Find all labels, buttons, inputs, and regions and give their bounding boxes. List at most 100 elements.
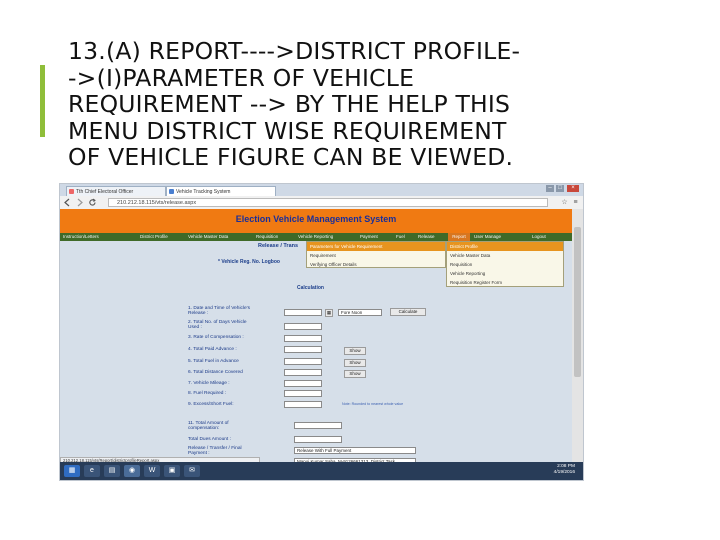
submenu-item-parameters[interactable]: Parameters for Vehicle Requirement (307, 242, 445, 251)
favicon-icon (69, 189, 74, 194)
menu-item-requisition[interactable]: Requisition (256, 233, 278, 241)
show-button[interactable]: Show (344, 347, 366, 355)
submenu-item-vehicle-reporting[interactable]: Vehicle Reporting (450, 269, 485, 278)
submenu-item-label: Requisition (450, 262, 473, 267)
calculation-heading: Calculation (297, 285, 324, 291)
menu-item-release[interactable]: Release (418, 233, 435, 241)
taskbar: ▦ e ▤ ◉ W ▣ ✉ 2:08 PM 4/19/2016 (60, 462, 583, 480)
field-label: Release / Transfer / Final Payment : (188, 446, 242, 456)
tab-label: Vehicle Tracking System (176, 189, 231, 195)
menu-item-logout[interactable]: Logout (532, 233, 546, 241)
note-link[interactable]: Note: Rounded to nearest whole value (342, 402, 403, 406)
app-title: Election Vehicle Management System (235, 214, 397, 224)
accent-bar (40, 65, 45, 137)
back-arrow-icon[interactable] (63, 198, 72, 207)
title-line: REQUIREMENT --> BY THE HELP THIS (68, 90, 511, 118)
field-label: 8. Fuel Required : (188, 391, 227, 396)
system-clock[interactable]: 2:08 PM 4/19/2016 (554, 464, 575, 476)
browser-screenshot: Tth Chief Electoral Officer Vehicle Trac… (60, 184, 583, 480)
menu-item-vehicle-reporting[interactable]: Vehicle Reporting (298, 233, 333, 241)
field-label: Total Dues Amount : (188, 437, 231, 442)
mail-icon[interactable]: ✉ (184, 465, 200, 477)
excess-fuel-input[interactable] (284, 401, 322, 408)
release-date-input[interactable] (284, 309, 322, 316)
menu-item-district-profile[interactable]: District Profile (140, 233, 168, 241)
calculate-button[interactable]: Calculate (390, 308, 426, 316)
time-select[interactable]: Fore Noon (338, 309, 382, 316)
field-label: 2. Total No. of Days Vehicle Used : (188, 320, 247, 330)
page-heading: Release / Trans (258, 243, 299, 249)
field-label-line: Release : (188, 311, 209, 316)
menu-item-fuel[interactable]: Fuel (396, 233, 405, 241)
menu-item-label: Requisition (256, 234, 279, 239)
submenu-item-label: Requirement (310, 253, 336, 258)
chrome-icon[interactable]: ◉ (124, 465, 140, 477)
menu-icon[interactable]: ≡ (571, 198, 580, 207)
url-text: 210.212.18.115/vts/release.aspx (117, 200, 197, 206)
menu-item-label: Vehicle Master Data (188, 234, 229, 239)
title-line: MENU DISTRICT WISE REQUIREMENT (68, 116, 507, 145)
tab-label: Tth Chief Electoral Officer (76, 189, 134, 195)
menu-item-instruction-letters[interactable]: Instruction/Letters (63, 233, 99, 241)
submenu-item-district-profile[interactable]: District Profile (447, 242, 563, 251)
submenu-item-requisition[interactable]: Requisition (450, 260, 472, 269)
submenu-item-label: Vehicle Reporting (450, 271, 486, 276)
submenu-item-verifying-officer[interactable]: Verifying Officer Details (310, 260, 357, 269)
address-bar[interactable]: 210.212.18.115/vts/release.aspx (108, 198, 548, 207)
field-label: 11. Total Amount of compensation: (188, 421, 229, 431)
maximize-icon[interactable]: □ (556, 185, 564, 192)
submenu-item-label: Vehicle Master Data (450, 253, 491, 258)
mileage-input[interactable] (284, 380, 322, 387)
time-select-value: Fore Noon (341, 310, 363, 315)
menu-item-label: Logout (532, 234, 546, 239)
compensation-input[interactable] (294, 422, 342, 429)
field-label: 7. Vehicle Mileage : (188, 381, 230, 386)
page-scrollbar[interactable] (572, 209, 583, 462)
submenu-item-label: Requisition Register Form (450, 280, 503, 285)
report-submenu: District Profile Vehicle Master Data Req… (446, 241, 564, 287)
dues-amount-input[interactable] (294, 436, 342, 443)
menu-item-label: District Profile (140, 234, 168, 239)
favicon-icon (169, 189, 174, 194)
days-used-input[interactable] (284, 323, 322, 330)
menu-item-report[interactable]: Report (448, 233, 470, 241)
menu-item-label: Report (452, 234, 466, 239)
star-icon[interactable]: ☆ (560, 198, 569, 207)
forward-arrow-icon[interactable] (75, 198, 84, 207)
payment-type-value: Release With Full Payment (297, 448, 352, 453)
word-icon[interactable]: W (144, 465, 160, 477)
field-label-line: Payment : (188, 451, 210, 456)
paid-advance-input[interactable] (284, 346, 322, 353)
submenu-item-requisition-register[interactable]: Requisition Register Form (450, 278, 502, 287)
menu-item-payment[interactable]: Payment (360, 233, 378, 241)
payment-type-select[interactable]: Release With Full Payment (294, 447, 416, 454)
menu-item-label: User Manage (474, 234, 502, 239)
start-button[interactable]: ▦ (64, 465, 80, 477)
menu-item-vehicle-master-data[interactable]: Vehicle Master Data (188, 233, 228, 241)
fuel-required-input[interactable] (284, 390, 322, 397)
submenu-item-vehicle-master-data[interactable]: Vehicle Master Data (450, 251, 490, 260)
fuel-advance-input[interactable] (284, 358, 322, 365)
field-label-line: compensation: (188, 426, 220, 431)
menu-item-user-manage[interactable]: User Manage (474, 233, 501, 241)
close-icon[interactable]: × (567, 185, 579, 192)
browser-tab[interactable]: Tth Chief Electoral Officer (66, 186, 166, 196)
menu-item-label: Payment (360, 234, 378, 239)
minimize-icon[interactable]: – (546, 185, 554, 192)
ie-icon[interactable]: e (84, 465, 100, 477)
field-label: 9. Excess/Short Fuel: (188, 402, 234, 407)
explorer-icon[interactable]: ▤ (104, 465, 120, 477)
browser-tab-active[interactable]: Vehicle Tracking System (166, 186, 276, 196)
calendar-icon[interactable]: ▦ (325, 309, 333, 317)
title-line: OF VEHICLE FIGURE CAN BE VIEWED. (68, 143, 514, 171)
rate-input[interactable] (284, 335, 322, 342)
show-button[interactable]: Show (344, 359, 366, 367)
app-icon[interactable]: ▣ (164, 465, 180, 477)
scroll-thumb[interactable] (574, 227, 581, 377)
reload-icon[interactable] (88, 198, 97, 207)
submenu-item-requirement[interactable]: Requirement (310, 251, 336, 260)
clock-date: 4/19/2016 (553, 470, 575, 475)
distance-input[interactable] (284, 369, 322, 376)
show-button[interactable]: Show (344, 370, 366, 378)
submenu-item-label: District Profile (450, 244, 478, 249)
